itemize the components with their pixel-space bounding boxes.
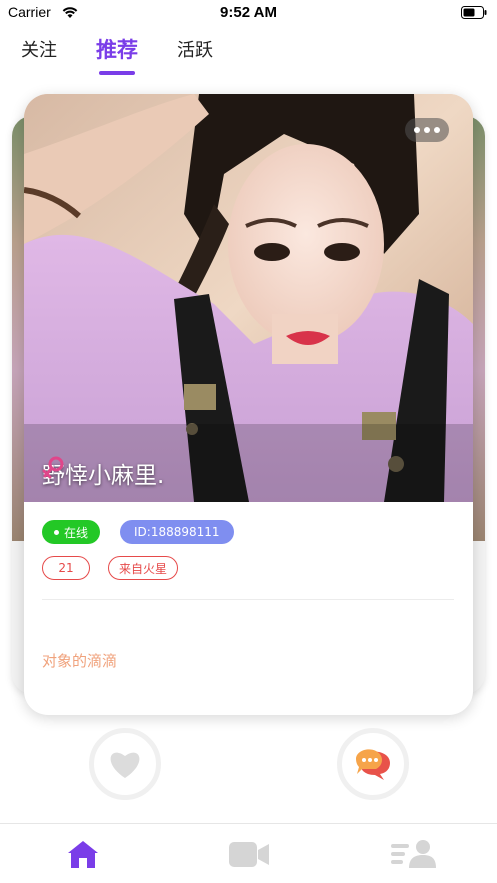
active-tab-indicator: [99, 71, 135, 75]
user-id-badge: ID:188898111: [120, 520, 234, 544]
status-badges: 在线 ID:188898111: [42, 520, 234, 544]
location-tag: 来自火星: [108, 556, 179, 580]
chat-button[interactable]: [337, 728, 409, 800]
more-dot: [434, 127, 440, 133]
nav-video[interactable]: [224, 836, 274, 872]
profile-tags: 21 来自火星: [42, 556, 179, 580]
like-button[interactable]: [89, 728, 161, 800]
profile-card[interactable]: 野悻小麻里. 在线 ID:188898111 21 来自火星 对象的滴滴: [24, 94, 473, 715]
age-tag: 21: [42, 556, 90, 580]
more-dot: [424, 127, 430, 133]
status-bar: Carrier 9:52 AM: [0, 0, 497, 26]
profile-photo[interactable]: 野悻小麻里.: [24, 94, 473, 502]
signature-text: 对象的滴滴: [42, 652, 118, 670]
tab-following[interactable]: 关注: [21, 36, 57, 62]
video-camera-icon: [229, 842, 269, 867]
user-list-icon: [391, 840, 436, 868]
more-options-button[interactable]: [405, 118, 449, 142]
home-icon: [68, 841, 98, 868]
tab-recommended[interactable]: 推荐: [96, 34, 138, 64]
nav-contacts[interactable]: [388, 836, 438, 872]
chat-bubble-icon: [356, 749, 390, 780]
battery-icon: [461, 6, 487, 19]
online-dot: [54, 529, 59, 535]
name-row: 野悻小麻里.: [42, 456, 164, 490]
status-time: 9:52 AM: [220, 4, 277, 21]
bottom-nav: [0, 823, 497, 883]
heart-icon: [110, 752, 140, 778]
top-tabs: 关注 推荐 活跃: [0, 36, 497, 80]
online-label: 在线: [64, 525, 89, 540]
female-icon: [42, 456, 64, 479]
tab-active[interactable]: 活跃: [177, 36, 213, 62]
online-badge: 在线: [42, 520, 101, 544]
divider: [42, 599, 454, 600]
more-dots-icon: [414, 127, 420, 133]
nav-home[interactable]: [58, 836, 108, 872]
